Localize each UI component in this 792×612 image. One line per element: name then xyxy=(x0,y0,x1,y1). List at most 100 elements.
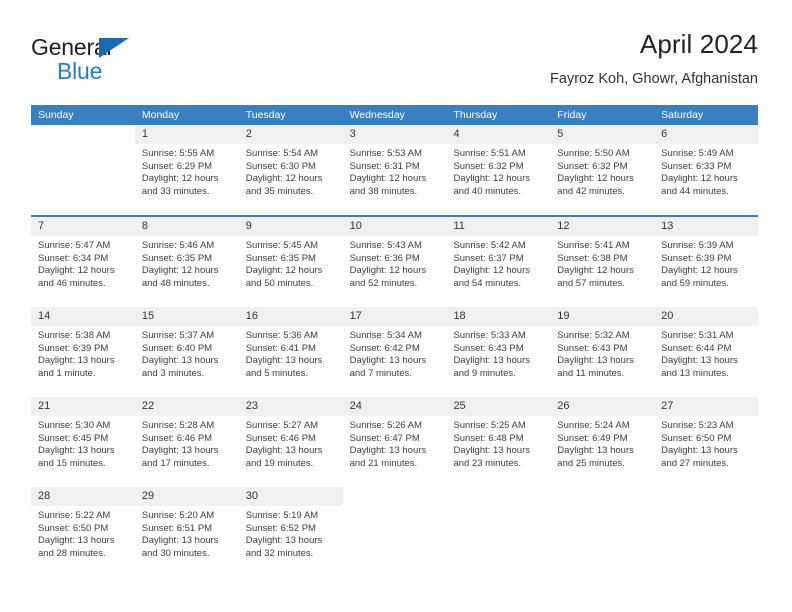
calendar-day-cell[interactable]: 13 Sunrise: 5:39 AM Sunset: 6:39 PM Dayligh… xyxy=(654,217,759,307)
calendar-day-cell[interactable]: 1 Sunrise: 5:55 AM Sunset: 6:29 PM Daylight… xyxy=(134,125,239,215)
day-number: 4 xyxy=(453,128,460,140)
weekday-header-tuesday: Tuesday xyxy=(245,109,286,121)
daylight-line-2: and 3 minutes. xyxy=(141,367,205,379)
sunrise-line: Sunrise: 5:22 AM xyxy=(38,510,111,521)
sunrise-line: Sunrise: 5:20 AM xyxy=(141,510,215,521)
sunset-line: Sunset: 6:37 PM xyxy=(453,252,524,264)
calendar-day-cell[interactable]: 7 Sunrise: 5:47 AM Sunset: 6:34 PM Daylight… xyxy=(31,217,135,307)
sunrise-line: Sunrise: 5:23 AM xyxy=(661,420,734,431)
calendar-day-cell[interactable]: 24 Sunrise: 5:26 AM Sunset: 6:47 PM Dayligh… xyxy=(342,397,447,487)
calendar-day-cell[interactable]: 26 Sunrise: 5:24 AM Sunset: 6:49 PM Dayligh… xyxy=(550,397,655,487)
calendar-day-cell[interactable]: 11 Sunrise: 5:42 AM Sunset: 6:37 PM Dayligh… xyxy=(446,217,551,307)
day-details: Sunrise: 5:30 AM Sunset: 6:45 PM Daylight:… xyxy=(31,416,135,487)
sunrise-line: Sunrise: 5:45 AM xyxy=(245,240,319,251)
daylight-line-1: Daylight: 12 hours xyxy=(453,265,531,277)
calendar-day-cell[interactable]: 4 Sunrise: 5:51 AM Sunset: 6:32 PM Daylight… xyxy=(446,125,551,215)
day-number-band: 5 xyxy=(550,125,655,144)
day-details: Sunrise: 5:20 AM Sunset: 6:51 PM Daylight:… xyxy=(134,506,239,577)
weekday-header-thursday: Thursday xyxy=(453,109,498,121)
page-header: General Blue April 2024 Fayroz Koh, Ghow… xyxy=(31,28,758,98)
daylight-line-1: Daylight: 13 hours xyxy=(141,535,219,547)
day-details: Sunrise: 5:28 AM Sunset: 6:46 PM Daylight:… xyxy=(134,416,239,487)
weekday-header-friday: Friday xyxy=(557,109,587,121)
day-details: Sunrise: 5:54 AM Sunset: 6:30 PM Daylight:… xyxy=(238,144,343,215)
sunrise-line: Sunrise: 5:26 AM xyxy=(349,420,422,431)
daylight-line-1: Daylight: 12 hours xyxy=(661,265,738,277)
sunset-line: Sunset: 6:38 PM xyxy=(557,252,628,264)
sunrise-line: Sunrise: 5:53 AM xyxy=(349,148,422,159)
day-number: 14 xyxy=(38,310,51,322)
day-number: 16 xyxy=(245,310,258,322)
daylight-line-1: Daylight: 12 hours xyxy=(453,173,531,185)
calendar-day-cell[interactable]: 18 Sunrise: 5:33 AM Sunset: 6:43 PM Dayligh… xyxy=(446,307,551,397)
page-title: April 2024 xyxy=(639,29,758,59)
calendar-day-cell[interactable]: 29 Sunrise: 5:20 AM Sunset: 6:51 PM Dayligh… xyxy=(134,487,239,577)
calendar-day-cell[interactable]: 10 Sunrise: 5:43 AM Sunset: 6:36 PM Dayligh… xyxy=(342,217,447,307)
sunrise-line: Sunrise: 5:36 AM xyxy=(245,330,319,341)
sunset-line: Sunset: 6:29 PM xyxy=(141,160,213,172)
day-details: Sunrise: 5:31 AM Sunset: 6:44 PM Daylight:… xyxy=(654,326,759,397)
logo-text-blue: Blue xyxy=(57,58,103,84)
daylight-line-2: and 54 minutes. xyxy=(453,277,522,289)
sunset-line: Sunset: 6:40 PM xyxy=(141,342,213,354)
day-number: 24 xyxy=(349,400,362,412)
daylight-line-1: Daylight: 13 hours xyxy=(661,355,738,367)
day-number-band: 13 xyxy=(654,217,759,236)
calendar-day-cell[interactable]: 6 Sunrise: 5:49 AM Sunset: 6:33 PM Daylight… xyxy=(654,125,759,215)
day-number: 7 xyxy=(38,220,45,232)
sunset-line: Sunset: 6:46 PM xyxy=(245,432,316,444)
calendar-day-cell[interactable]: 16 Sunrise: 5:36 AM Sunset: 6:41 PM Dayligh… xyxy=(238,307,343,397)
calendar-day-cell[interactable]: 19 Sunrise: 5:32 AM Sunset: 6:43 PM Dayligh… xyxy=(550,307,655,397)
day-details: Sunrise: 5:33 AM Sunset: 6:43 PM Daylight:… xyxy=(446,326,551,397)
calendar-day-cell[interactable]: 22 Sunrise: 5:28 AM Sunset: 6:46 PM Dayligh… xyxy=(134,397,239,487)
day-number-band xyxy=(446,487,551,506)
sunrise-line: Sunrise: 5:30 AM xyxy=(38,420,111,431)
sunset-line: Sunset: 6:33 PM xyxy=(661,160,732,172)
day-number-band: 17 xyxy=(342,307,447,326)
daylight-line-2: and 59 minutes. xyxy=(661,277,729,289)
calendar-day-cell[interactable]: 23 Sunrise: 5:27 AM Sunset: 6:46 PM Dayligh… xyxy=(238,397,343,487)
calendar-day-cell[interactable]: 15 Sunrise: 5:37 AM Sunset: 6:40 PM Dayligh… xyxy=(134,307,239,397)
day-number-band: 3 xyxy=(342,125,447,144)
day-details: Sunrise: 5:39 AM Sunset: 6:39 PM Daylight:… xyxy=(654,236,759,307)
sunrise-line: Sunrise: 5:31 AM xyxy=(661,330,734,341)
general-blue-logo: General Blue xyxy=(31,34,161,88)
sunrise-line: Sunrise: 5:28 AM xyxy=(141,420,215,431)
daylight-line-2: and 52 minutes. xyxy=(349,277,418,289)
day-number: 2 xyxy=(245,128,252,140)
calendar-day-cell[interactable]: 2 Sunrise: 5:54 AM Sunset: 6:30 PM Daylight… xyxy=(238,125,343,215)
day-number-band: 11 xyxy=(446,217,551,236)
sunset-line: Sunset: 6:46 PM xyxy=(141,432,213,444)
sunset-line: Sunset: 6:44 PM xyxy=(661,342,732,354)
day-details: Sunrise: 5:24 AM Sunset: 6:49 PM Daylight:… xyxy=(550,416,655,487)
calendar-day-cell[interactable]: 12 Sunrise: 5:41 AM Sunset: 6:38 PM Dayligh… xyxy=(550,217,655,307)
weekday-header-sunday: Sunday xyxy=(38,109,74,121)
calendar-day-cell[interactable]: 20 Sunrise: 5:31 AM Sunset: 6:44 PM Dayligh… xyxy=(654,307,759,397)
daylight-line-2: and 25 minutes. xyxy=(557,457,625,469)
calendar-day-cell[interactable]: 3 Sunrise: 5:53 AM Sunset: 6:31 PM Daylight… xyxy=(342,125,447,215)
calendar-day-cell[interactable]: 30 Sunrise: 5:19 AM Sunset: 6:52 PM Dayligh… xyxy=(238,487,343,577)
daylight-line-2: and 50 minutes. xyxy=(245,277,314,289)
day-number: 30 xyxy=(245,490,258,502)
calendar-day-cell[interactable]: 27 Sunrise: 5:23 AM Sunset: 6:50 PM Dayligh… xyxy=(654,397,759,487)
calendar-day-cell[interactable]: 14 Sunrise: 5:38 AM Sunset: 6:39 PM Dayligh… xyxy=(31,307,135,397)
calendar-day-cell[interactable]: 17 Sunrise: 5:34 AM Sunset: 6:42 PM Dayligh… xyxy=(342,307,447,397)
calendar-day-cell[interactable]: 25 Sunrise: 5:25 AM Sunset: 6:48 PM Dayligh… xyxy=(446,397,551,487)
title-block: April 2024 Fayroz Koh, Ghowr, Afghanista… xyxy=(550,28,758,88)
calendar-day-cell[interactable]: 5 Sunrise: 5:50 AM Sunset: 6:32 PM Daylight… xyxy=(550,125,655,215)
day-number: 11 xyxy=(453,220,465,232)
daylight-line-1: Daylight: 13 hours xyxy=(141,355,219,367)
sunset-line: Sunset: 6:51 PM xyxy=(141,522,213,534)
calendar-day-cell[interactable]: 21 Sunrise: 5:30 AM Sunset: 6:45 PM Dayligh… xyxy=(31,397,135,487)
day-details xyxy=(31,144,135,215)
sunset-line: Sunset: 6:42 PM xyxy=(349,342,420,354)
day-number: 29 xyxy=(141,490,155,502)
calendar-day-cell[interactable]: 8 Sunrise: 5:46 AM Sunset: 6:35 PM Daylight… xyxy=(134,217,239,307)
day-details xyxy=(342,506,447,577)
calendar-day-cell[interactable]: 28 Sunrise: 5:22 AM Sunset: 6:50 PM Dayligh… xyxy=(31,487,135,577)
day-number-band: 6 xyxy=(654,125,759,144)
sunset-line: Sunset: 6:32 PM xyxy=(557,160,628,172)
day-number-band: 26 xyxy=(550,397,655,416)
calendar-day-cell[interactable]: 9 Sunrise: 5:45 AM Sunset: 6:35 PM Daylight… xyxy=(238,217,343,307)
sunrise-line: Sunrise: 5:24 AM xyxy=(557,420,630,431)
